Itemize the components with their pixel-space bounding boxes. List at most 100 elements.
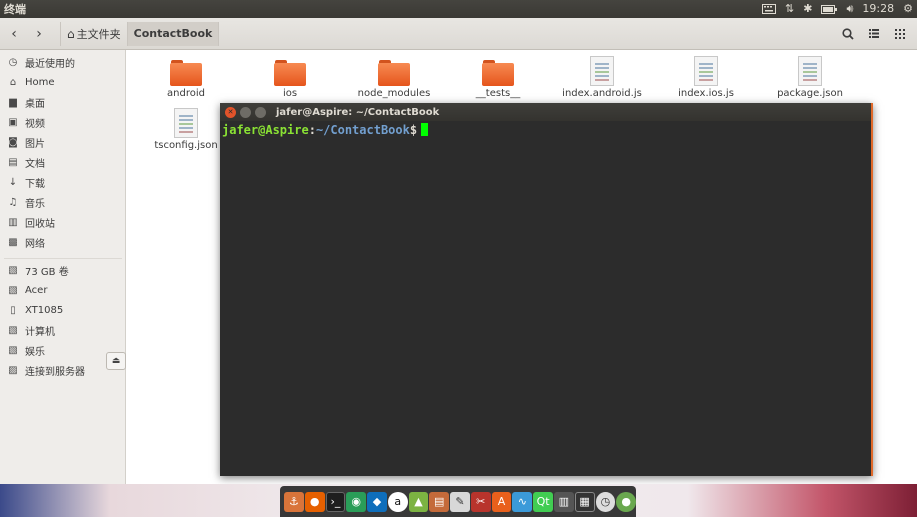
volume-icon[interactable]: 🔊︎ [846,0,853,18]
file-item-android[interactable]: android [136,60,236,99]
active-app-title: 终端 [4,3,26,16]
sidebar-item-entertainment[interactable]: ▧ 娱乐 [0,340,126,360]
prompt-symbol: $ [409,123,418,137]
trash-icon[interactable]: ▥ [553,491,574,512]
sidebar-item-xt1085[interactable]: ▯ XT1085 [0,300,126,320]
clock-time[interactable]: 19:28 [862,0,894,18]
sidebar-item-label: Home [25,76,55,88]
sidebar-item-documents[interactable]: ▤ 文档 [0,152,126,172]
sidebar-item-desktop[interactable]: ▆ 桌面 [0,92,126,112]
close-button[interactable]: ✕ [225,106,236,118]
file-name: android [167,88,205,99]
sidebar-item-73gb-volume[interactable]: ▧ 73 GB 卷 [0,260,126,280]
terminal-title: jafer@Aspire: ~/ContactBook [276,106,440,118]
phone-drive-icon: ▯ [10,304,16,316]
sidebar-item-videos[interactable]: ▣ 视频 [0,112,126,132]
text-editor-icon[interactable]: ✎ [450,491,470,512]
sidebar-item-label: 最近使用的 [25,58,75,70]
maximize-button[interactable] [255,106,266,118]
chevron-left-icon: ‹ [11,25,17,42]
sidebar-item-home[interactable]: ⌂ Home [0,72,126,92]
sidebar-item-acer[interactable]: ▧ Acer [0,280,126,300]
power-icon[interactable]: ● [616,491,637,512]
clock-icon[interactable]: ◷ [595,491,616,512]
desktop-folder-icon: ▆ [9,96,17,108]
workspaces-icon[interactable]: ▦ [574,491,595,512]
sidebar-item-label: XT1085 [25,304,64,316]
minimize-button[interactable] [240,106,251,118]
drive-icon: ▧ [8,344,18,356]
sidebar-item-pictures[interactable]: ◙ 图片 [0,132,126,152]
sidebar-item-recent[interactable]: ◷ 最近使用的 [0,52,126,72]
keyboard-icon[interactable] [762,4,777,14]
settings-gear-icon[interactable]: ⚙ [903,0,913,18]
terminal-icon[interactable]: ›_ [325,491,346,512]
folder-icon [482,60,514,86]
list-view-button[interactable] [863,23,885,45]
ubuntu-software-icon[interactable]: ⚓ [284,491,304,512]
system-monitor-icon[interactable]: ∿ [512,491,533,512]
sidebar-item-label: 图片 [25,138,45,150]
grid-view-button[interactable] [889,23,911,45]
document-icon: ▤ [8,156,18,168]
network-updown-icon[interactable]: ⇅ [785,0,794,18]
sidebar-item-label: 连接到服务器 [25,366,85,378]
breadcrumb-home[interactable]: ⌂ 主文件夹 [60,21,127,46]
text-file-icon [174,108,198,138]
file-item-index-ios-js[interactable]: index.ios.js [656,56,756,99]
git-icon[interactable]: ✂ [470,491,491,512]
terminal-titlebar[interactable]: ✕ jafer@Aspire: ~/ContactBook [220,103,871,121]
file-item-node-modules[interactable]: node_modules [344,60,444,99]
terminal-body[interactable]: jafer@Aspire:~/ContactBook$ [220,121,871,139]
sidebar-item-label: 娱乐 [25,346,45,358]
firefox-icon[interactable]: ● [304,491,325,512]
home-icon: ⌂ [67,26,75,41]
sidebar-item-music[interactable]: ♫ 音乐 [0,192,126,212]
files-icon[interactable]: ▤ [429,491,450,512]
qt-icon[interactable]: Qt [533,491,553,512]
computer-drive-icon: ▧ [8,324,18,336]
file-item-index-android-js[interactable]: index.android.js [552,56,652,99]
forward-button[interactable]: › [28,23,50,45]
folder-icon [170,60,202,86]
file-name: ios [282,88,298,99]
sidebar-item-network[interactable]: ▩ 网络 [0,232,126,252]
sidebar-item-computer[interactable]: ▧ 计算机 [0,320,126,340]
text-file-icon [590,56,614,86]
text-file-icon [798,56,822,86]
file-name: index.ios.js [678,88,734,99]
back-button[interactable]: ‹ [3,23,25,45]
android-studio-icon[interactable]: ▲ [408,491,429,512]
download-icon: ↓ [8,176,18,188]
file-name: index.android.js [562,88,642,99]
terminal-window[interactable]: ✕ jafer@Aspire: ~/ContactBook jafer@Aspi… [220,103,873,476]
network-icon: ▩ [8,236,18,248]
bluetooth-icon[interactable]: ✱ [803,0,812,18]
chrome-icon[interactable]: ◉ [346,491,367,512]
sidebar-item-trash[interactable]: ▥ 回收站 [0,212,126,232]
camera-icon: ◙ [8,136,18,148]
software-center-icon[interactable]: A [491,491,512,512]
battery-icon[interactable] [821,4,838,14]
grid-view-icon [895,28,905,39]
sidebar-item-label: 网络 [25,238,45,250]
file-name: package.json [777,88,843,99]
search-icon [842,27,854,40]
dock: ⚓ ● ›_ ◉ ◆ a ▲ ▤ ✎ ✂ A ∿ Qt ▥ ▦ ◷ ● [280,486,637,517]
file-manager-headerbar: ‹ › ⌂ 主文件夹 ContactBook [0,18,917,50]
file-item-package-json[interactable]: package.json [760,56,860,99]
sidebar-item-connect-server[interactable]: ▨ 连接到服务器 [0,360,126,380]
indicator-area: ⇅ ✱ 🔊︎ 19:28 ⚙ [762,0,917,18]
search-button[interactable] [837,23,859,45]
sidebar-item-downloads[interactable]: ↓ 下载 [0,172,126,192]
file-name: __tests__ [475,88,521,99]
drive-icon: ▧ [8,264,18,276]
file-item-tests[interactable]: __tests__ [448,60,548,99]
file-item-ios[interactable]: ios [240,60,340,99]
sidebar-item-label: 73 GB 卷 [25,266,69,278]
amazon-icon[interactable]: a [387,491,408,512]
folder-icon [274,60,306,86]
vscode-icon[interactable]: ◆ [367,491,387,512]
breadcrumb-contactbook[interactable]: ContactBook [126,21,220,46]
video-icon: ▣ [8,116,18,128]
